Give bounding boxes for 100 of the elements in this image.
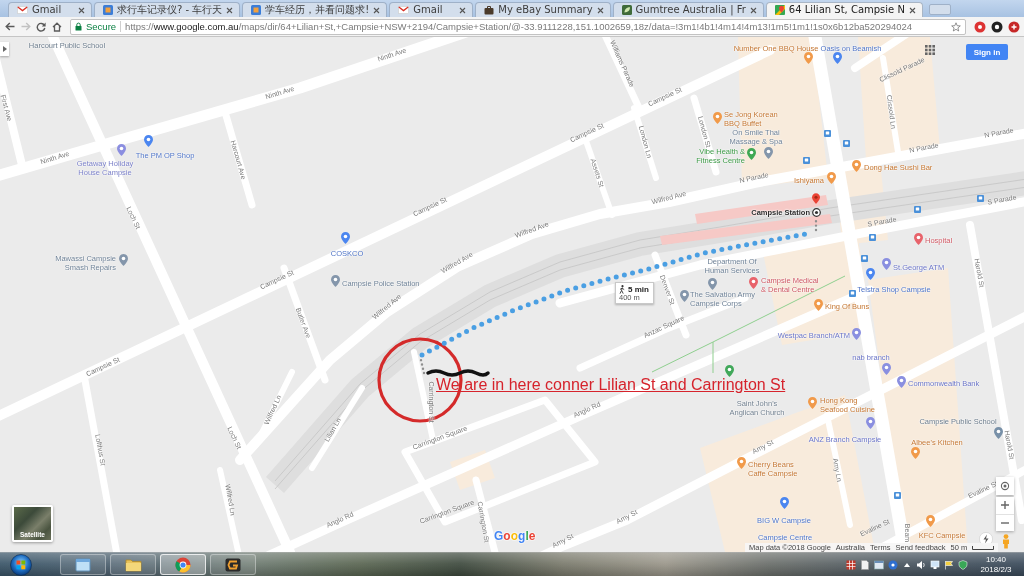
monitor-icon[interactable] xyxy=(930,559,940,570)
folder-icon xyxy=(124,557,142,572)
close-icon[interactable] xyxy=(373,6,381,14)
map-pin-icon[interactable] xyxy=(724,365,734,377)
browser-tab[interactable]: 学车经历，并看问题求! xyxy=(242,2,388,17)
bus-stop-icon[interactable] xyxy=(893,491,901,499)
map-pin-icon[interactable] xyxy=(832,52,842,64)
browser-tab[interactable]: My eBay Summary xyxy=(475,2,611,17)
browser-tab[interactable]: 求行车记录仪? - 车行天 xyxy=(94,2,241,17)
map-pin-icon[interactable] xyxy=(851,328,861,340)
close-icon[interactable] xyxy=(908,6,916,14)
bus-stop-icon[interactable] xyxy=(868,233,876,241)
bus-stop-icon[interactable] xyxy=(860,254,868,262)
minus-icon xyxy=(1001,521,1009,524)
map-icon xyxy=(774,5,785,15)
bus-stop-icon[interactable] xyxy=(848,289,856,297)
map-pin-icon[interactable] xyxy=(118,254,128,266)
map-pin-icon[interactable] xyxy=(865,417,875,429)
arrow-left-icon xyxy=(4,22,15,31)
close-icon[interactable] xyxy=(596,6,604,14)
flag-icon[interactable] xyxy=(944,559,954,570)
pegman-icon[interactable] xyxy=(1001,534,1011,549)
speaker-icon[interactable] xyxy=(916,559,926,570)
security-label: Secure xyxy=(86,21,117,32)
browser-tab[interactable]: Gmail xyxy=(389,2,474,17)
url-text[interactable]: https://www.google.com.au/maps/dir/64+Lilian+St,+Campsie+NSW+2194/Campsie+Station/@-33.9111228,151.1002659,18z/data=!3m1!4b1!4m14!4m13!1m5!1m1!1s0x6b12ba520294024 xyxy=(125,21,947,32)
map-pin-icon[interactable] xyxy=(143,135,153,147)
leaf-logo-icon xyxy=(621,5,632,15)
map-pin-icon[interactable] xyxy=(748,277,758,289)
app-logo-icon xyxy=(225,557,241,572)
map-pin-icon[interactable] xyxy=(826,172,836,184)
walking-person-icon xyxy=(619,284,625,294)
taskbar-app-button[interactable] xyxy=(60,554,106,575)
bus-stop-icon[interactable] xyxy=(802,156,810,164)
taskbar-clock[interactable]: 10:40 2018/2/3 xyxy=(976,553,1016,576)
map-pin-icon[interactable] xyxy=(851,160,861,172)
extension-icon[interactable] xyxy=(991,20,1003,33)
circle-dot-icon[interactable] xyxy=(888,559,898,570)
location-target-icon xyxy=(1000,481,1010,491)
map-pin-icon[interactable] xyxy=(910,447,920,459)
reload-icon xyxy=(36,21,47,32)
map-pin-icon[interactable] xyxy=(330,275,340,287)
map-pin-icon[interactable] xyxy=(896,376,906,388)
map-pin-icon[interactable] xyxy=(116,144,126,156)
bus-stop-icon[interactable] xyxy=(976,194,984,202)
mail-icon xyxy=(17,6,28,14)
expand-panel-button[interactable] xyxy=(0,42,9,56)
annotation-text: We are in here conner Lilian St and Carrington St xyxy=(436,376,786,394)
briefcase-icon xyxy=(484,5,495,15)
map-pin-icon[interactable] xyxy=(865,268,875,280)
bookmark-star-icon[interactable] xyxy=(951,21,961,32)
map-pin-icon[interactable] xyxy=(803,52,813,64)
map-pin-icon[interactable] xyxy=(813,299,823,311)
map-pin-icon[interactable] xyxy=(925,515,935,527)
square-logo-icon xyxy=(251,5,262,15)
browser-tab[interactable]: Gmail xyxy=(8,2,92,17)
close-icon[interactable] xyxy=(226,6,234,14)
taskbar-app-button[interactable] xyxy=(210,554,256,575)
close-icon[interactable] xyxy=(78,6,85,14)
sign-in-button[interactable]: Sign in xyxy=(966,44,1008,60)
map-pin-icon[interactable] xyxy=(746,148,756,160)
bus-stop-icon[interactable] xyxy=(913,205,921,213)
map-pin-icon[interactable] xyxy=(881,258,891,270)
destination-pin-icon[interactable] xyxy=(812,193,820,204)
bus-stop-icon[interactable] xyxy=(823,129,831,137)
google-logo: Google xyxy=(494,529,536,543)
browser-tab[interactable]: 64 Lilian St, Campsie N xyxy=(765,2,923,17)
mail-icon xyxy=(398,6,410,14)
shield-icon[interactable] xyxy=(958,559,968,570)
arrow-right-icon xyxy=(20,22,31,31)
map-pin-icon[interactable] xyxy=(763,147,773,159)
scale-bar-icon xyxy=(972,545,995,550)
map-pin-icon[interactable] xyxy=(913,233,923,245)
start-orb-icon xyxy=(10,553,32,576)
map-pin-icon[interactable] xyxy=(679,290,689,302)
map-pin-icon[interactable] xyxy=(712,112,722,124)
my-location-button[interactable] xyxy=(996,477,1014,495)
document-icon[interactable] xyxy=(860,559,870,570)
map-pin-icon[interactable] xyxy=(340,232,350,244)
home-icon xyxy=(52,21,63,32)
window-icon[interactable] xyxy=(874,559,884,570)
close-icon[interactable] xyxy=(459,6,467,14)
map-pin-icon[interactable] xyxy=(807,397,817,409)
bus-stop-icon[interactable] xyxy=(842,139,850,147)
lock-icon xyxy=(75,22,82,31)
address-bar[interactable]: Secure https://www.google.com.au/maps/dir/64+Lilian+St,+Campsie+NSW+2194/Campsie+Station/@-33.9111228,151.1002659,18z/data=!3m1!4b1!4m14!4m13!1m5!1m1!1s0x6b12ba520294024 xyxy=(70,18,966,35)
scribble-mark xyxy=(426,369,490,377)
map-pin-icon[interactable] xyxy=(736,457,746,469)
apps-grid-icon[interactable] xyxy=(925,45,935,55)
taskbar-app-button[interactable] xyxy=(110,554,156,575)
transit-station-icon[interactable] xyxy=(811,207,821,217)
map-pin-icon[interactable] xyxy=(707,278,717,290)
grid-icon[interactable] xyxy=(846,559,856,570)
taskbar-app-button[interactable] xyxy=(160,554,206,575)
caret-right-icon xyxy=(2,46,7,52)
browser-tab[interactable]: Gumtree Australia | Fr xyxy=(612,2,764,17)
map-pin-icon[interactable] xyxy=(779,497,789,509)
map-pin-icon[interactable] xyxy=(993,427,1003,439)
close-icon[interactable] xyxy=(749,6,757,14)
map-pin-icon[interactable] xyxy=(881,363,891,375)
